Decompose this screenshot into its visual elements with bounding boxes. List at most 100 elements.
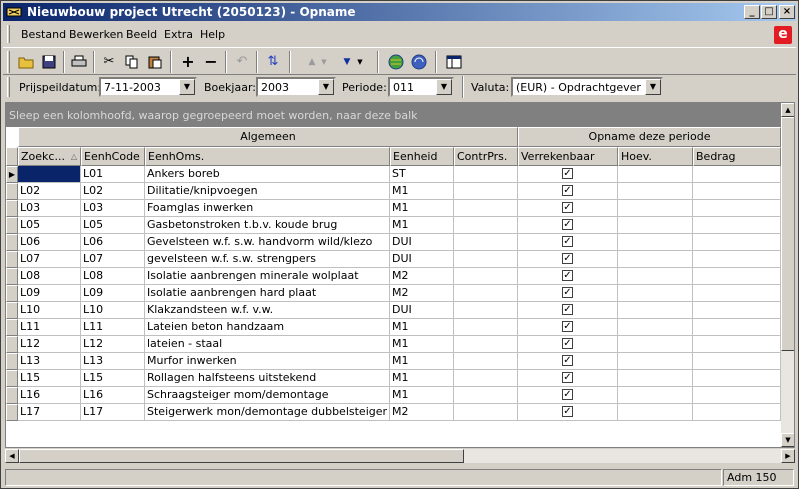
cell-contrprs[interactable] [454,302,518,319]
chevron-down-icon[interactable]: ▼ [318,79,334,95]
cell-contrprs[interactable] [454,404,518,421]
copy-icon[interactable] [121,51,143,73]
cell-eenhoms[interactable]: Isolatie aanbrengen hard plaat [145,285,390,302]
cell-hoev[interactable] [618,370,693,387]
row-indicator[interactable] [6,336,18,353]
cell-zoekcode[interactable]: L05 [18,217,81,234]
column-header-contrprs[interactable]: ContrPrs. [454,147,518,166]
row-indicator[interactable] [6,183,18,200]
column-header-bedrag[interactable]: Bedrag [693,147,781,166]
table-row[interactable]: L12 L12 lateien - staal M1 ✓ [6,336,781,353]
verrekenbaar-checkbox[interactable]: ✓ [562,321,573,332]
cell-eenheid[interactable]: M1 [390,217,454,234]
arrow-down-dropdown-icon[interactable]: ▼ [354,51,366,73]
scroll-down-icon[interactable]: ▼ [781,433,794,447]
menu-beeld[interactable]: Beeld [126,28,157,41]
globe-icon[interactable] [385,51,407,73]
cell-eenhoms[interactable]: Steigerwerk mon/demontage dubbelsteiger [145,404,390,421]
cell-verrekenbaar[interactable]: ✓ [518,302,618,319]
scroll-right-icon[interactable]: ▶ [781,449,795,463]
close-button[interactable]: × [779,5,795,19]
boekjaar-combo[interactable]: 2003 ▼ [256,77,336,97]
cell-eenhcode[interactable]: L13 [81,353,145,370]
periode-combo[interactable]: 011 ▼ [388,77,454,97]
cell-bedrag[interactable] [693,217,781,234]
cell-eenhoms[interactable]: Gevelsteen w.f. s.w. handvorm wild/klezo [145,234,390,251]
cell-eenheid[interactable]: M1 [390,200,454,217]
cell-contrprs[interactable] [454,353,518,370]
cell-eenhcode[interactable]: L10 [81,302,145,319]
cell-verrekenbaar[interactable]: ✓ [518,268,618,285]
cell-eenhcode[interactable]: L11 [81,319,145,336]
arrow-up-dropdown-icon[interactable]: ▼ [318,51,330,73]
column-header-eenheid[interactable]: Eenheid [390,147,454,166]
cell-eenheid[interactable]: M2 [390,285,454,302]
table-row[interactable]: L15 L15 Rollagen halfsteens uitstekend M1 ✓ [6,370,781,387]
cut-icon[interactable]: ✂ [98,51,120,73]
menu-extra[interactable]: Extra [164,28,193,41]
cell-eenheid[interactable]: M1 [390,353,454,370]
cell-bedrag[interactable] [693,285,781,302]
chevron-down-icon[interactable]: ▼ [179,79,195,95]
window-icon[interactable] [443,51,465,73]
cell-contrprs[interactable] [454,251,518,268]
menu-bestand[interactable]: Bestand [21,28,66,41]
verrekenbaar-checkbox[interactable]: ✓ [562,406,573,417]
cell-verrekenbaar[interactable]: ✓ [518,404,618,421]
save-icon[interactable] [38,51,60,73]
cell-hoev[interactable] [618,302,693,319]
table-row[interactable]: L10 L10 Klakzandsteen w.f. v.w. DUI ✓ [6,302,781,319]
column-header-eenhcode[interactable]: EenhCode [81,147,145,166]
minus-icon[interactable]: − [200,51,222,73]
cell-eenhcode[interactable]: L17 [81,404,145,421]
cell-eenheid[interactable]: M1 [390,336,454,353]
globe-refresh-icon[interactable] [408,51,430,73]
cell-contrprs[interactable] [454,166,518,183]
cell-eenhoms[interactable]: Klakzandsteen w.f. v.w. [145,302,390,319]
cell-zoekcode[interactable]: L15 [18,370,81,387]
cell-contrprs[interactable] [454,183,518,200]
current-row-arrow-icon[interactable]: ▶ [6,166,18,183]
cell-eenheid[interactable]: DUI [390,302,454,319]
verrekenbaar-checkbox[interactable]: ✓ [562,185,573,196]
cell-eenhcode[interactable]: L12 [81,336,145,353]
title-bar[interactable]: Nieuwbouw project Utrecht (2050123) - Op… [3,3,796,21]
cell-eenhoms[interactable]: Ankers boreb [145,166,390,183]
cell-contrprs[interactable] [454,387,518,404]
group-by-hint[interactable]: Sleep een kolomhoofd, waarop gegroepeerd… [6,103,781,127]
row-indicator[interactable] [6,319,18,336]
table-row[interactable]: L03 L03 Foamglas inwerken M1 ✓ [6,200,781,217]
cell-bedrag[interactable] [693,166,781,183]
cell-zoekcode[interactable]: L12 [18,336,81,353]
cell-zoekcode[interactable]: L17 [18,404,81,421]
cell-contrprs[interactable] [454,234,518,251]
row-indicator[interactable] [6,302,18,319]
cell-eenheid[interactable]: M1 [390,183,454,200]
cell-verrekenbaar[interactable]: ✓ [518,251,618,268]
cell-zoekcode[interactable]: L10 [18,302,81,319]
verrekenbaar-checkbox[interactable]: ✓ [562,389,573,400]
cell-bedrag[interactable] [693,234,781,251]
sync-icon[interactable]: ⇅ [262,51,284,73]
cell-eenhcode[interactable]: L02 [81,183,145,200]
cell-verrekenbaar[interactable]: ✓ [518,234,618,251]
cell-hoev[interactable] [618,353,693,370]
cell-hoev[interactable] [618,404,693,421]
menu-help[interactable]: Help [200,28,225,41]
table-row[interactable]: L08 L08 Isolatie aanbrengen minerale wolpl… [6,268,781,285]
cell-eenheid[interactable]: DUI [390,251,454,268]
cell-zoekcode[interactable]: L02 [18,183,81,200]
cell-eenhcode[interactable]: L09 [81,285,145,302]
verrekenbaar-checkbox[interactable]: ✓ [562,338,573,349]
cell-contrprs[interactable] [454,285,518,302]
vertical-scroll-thumb[interactable] [781,117,794,351]
cell-verrekenbaar[interactable]: ✓ [518,387,618,404]
cell-zoekcode[interactable]: L03 [18,200,81,217]
open-folder-icon[interactable] [15,51,37,73]
minimize-button[interactable]: _ [744,5,760,19]
column-header-verrekenbaar[interactable]: Verrekenbaar [518,147,618,166]
undo-icon[interactable]: ↶ [231,51,253,73]
table-row[interactable]: L17 L17 Steigerwerk mon/demontage dubbelst… [6,404,781,421]
cell-eenhcode[interactable]: L08 [81,268,145,285]
cell-hoev[interactable] [618,251,693,268]
